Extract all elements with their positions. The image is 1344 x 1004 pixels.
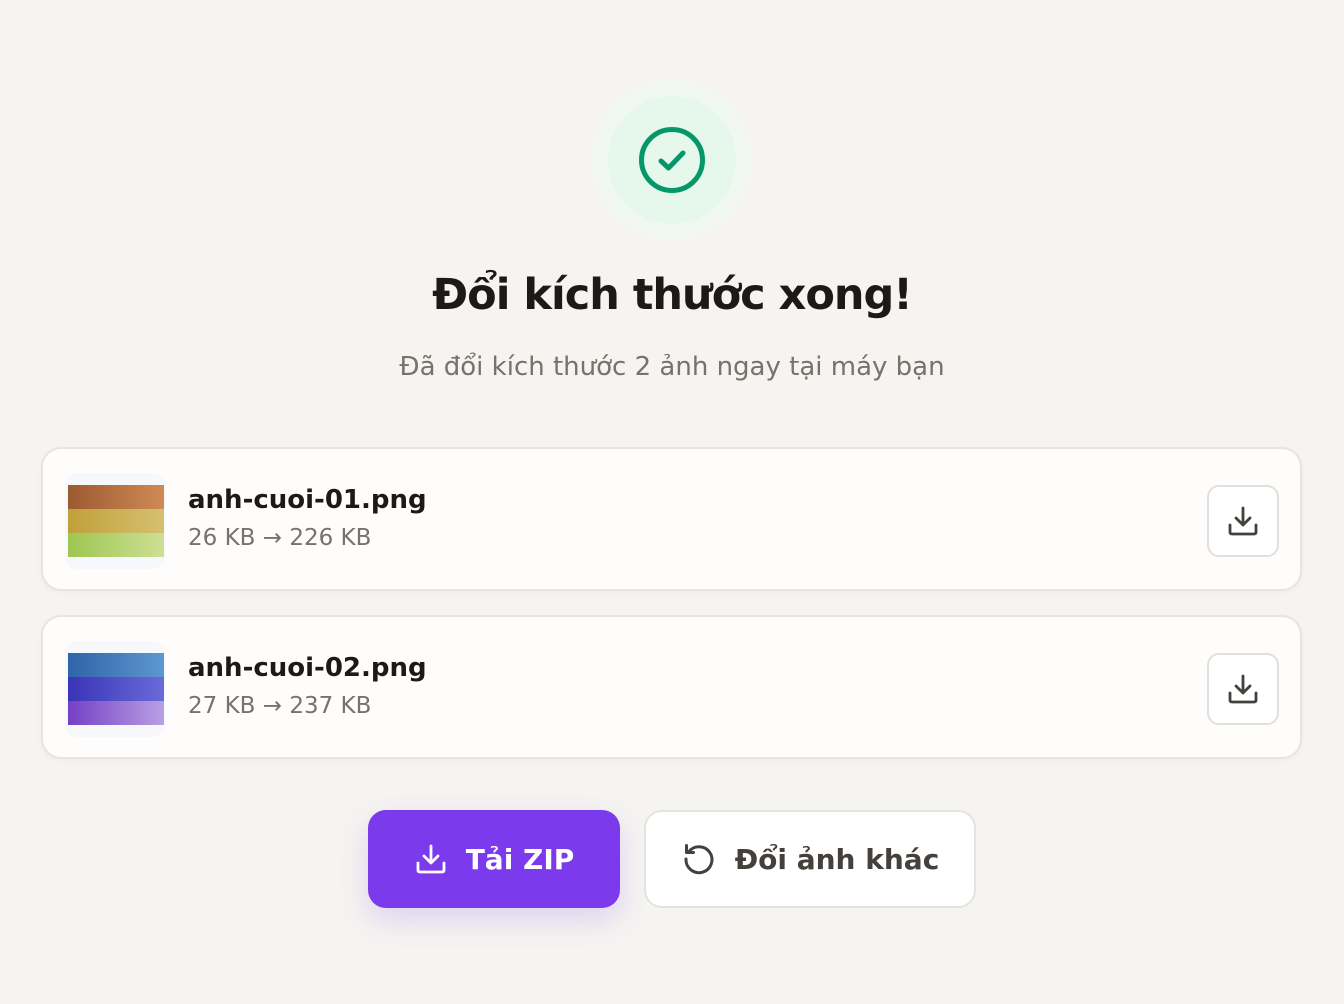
success-badge [592,80,752,240]
thumbnail-band [68,701,164,725]
thumbnail-band [68,485,164,509]
file-thumbnail [65,473,165,569]
download-icon [414,842,448,876]
success-badge-inner [608,96,736,224]
download-zip-button[interactable]: Tải ZIP [368,810,620,908]
file-name: anh-cuoi-02.png [188,653,427,683]
convert-other-label: Đổi ảnh khác [734,842,940,876]
thumbnail-image [68,485,164,557]
file-thumbnail [65,641,165,737]
thumbnail-image [68,653,164,725]
download-icon [1226,672,1260,706]
file-name: anh-cuoi-01.png [188,485,427,515]
download-zip-label: Tải ZIP [465,842,575,876]
file-size: 27 KB → 237 KB [188,693,372,719]
rotate-ccw-icon [681,841,717,877]
thumbnail-band [68,533,164,557]
thumbnail-band [68,509,164,533]
file-card: anh-cuoi-01.png 26 KB → 226 KB [41,447,1302,591]
page-subtitle: Đã đổi kích thước 2 ảnh ngay tại máy bạn [399,352,945,382]
thumbnail-band [68,653,164,677]
download-icon [1226,504,1260,538]
check-circle-icon [638,126,706,194]
download-file-button[interactable] [1207,653,1279,725]
thumbnail-band [68,677,164,701]
page-title: Đổi kích thước xong! [432,270,913,320]
file-card: anh-cuoi-02.png 27 KB → 237 KB [41,615,1302,759]
download-file-button[interactable] [1207,485,1279,557]
convert-other-button[interactable]: Đổi ảnh khác [644,810,976,908]
file-size: 26 KB → 226 KB [188,525,372,551]
